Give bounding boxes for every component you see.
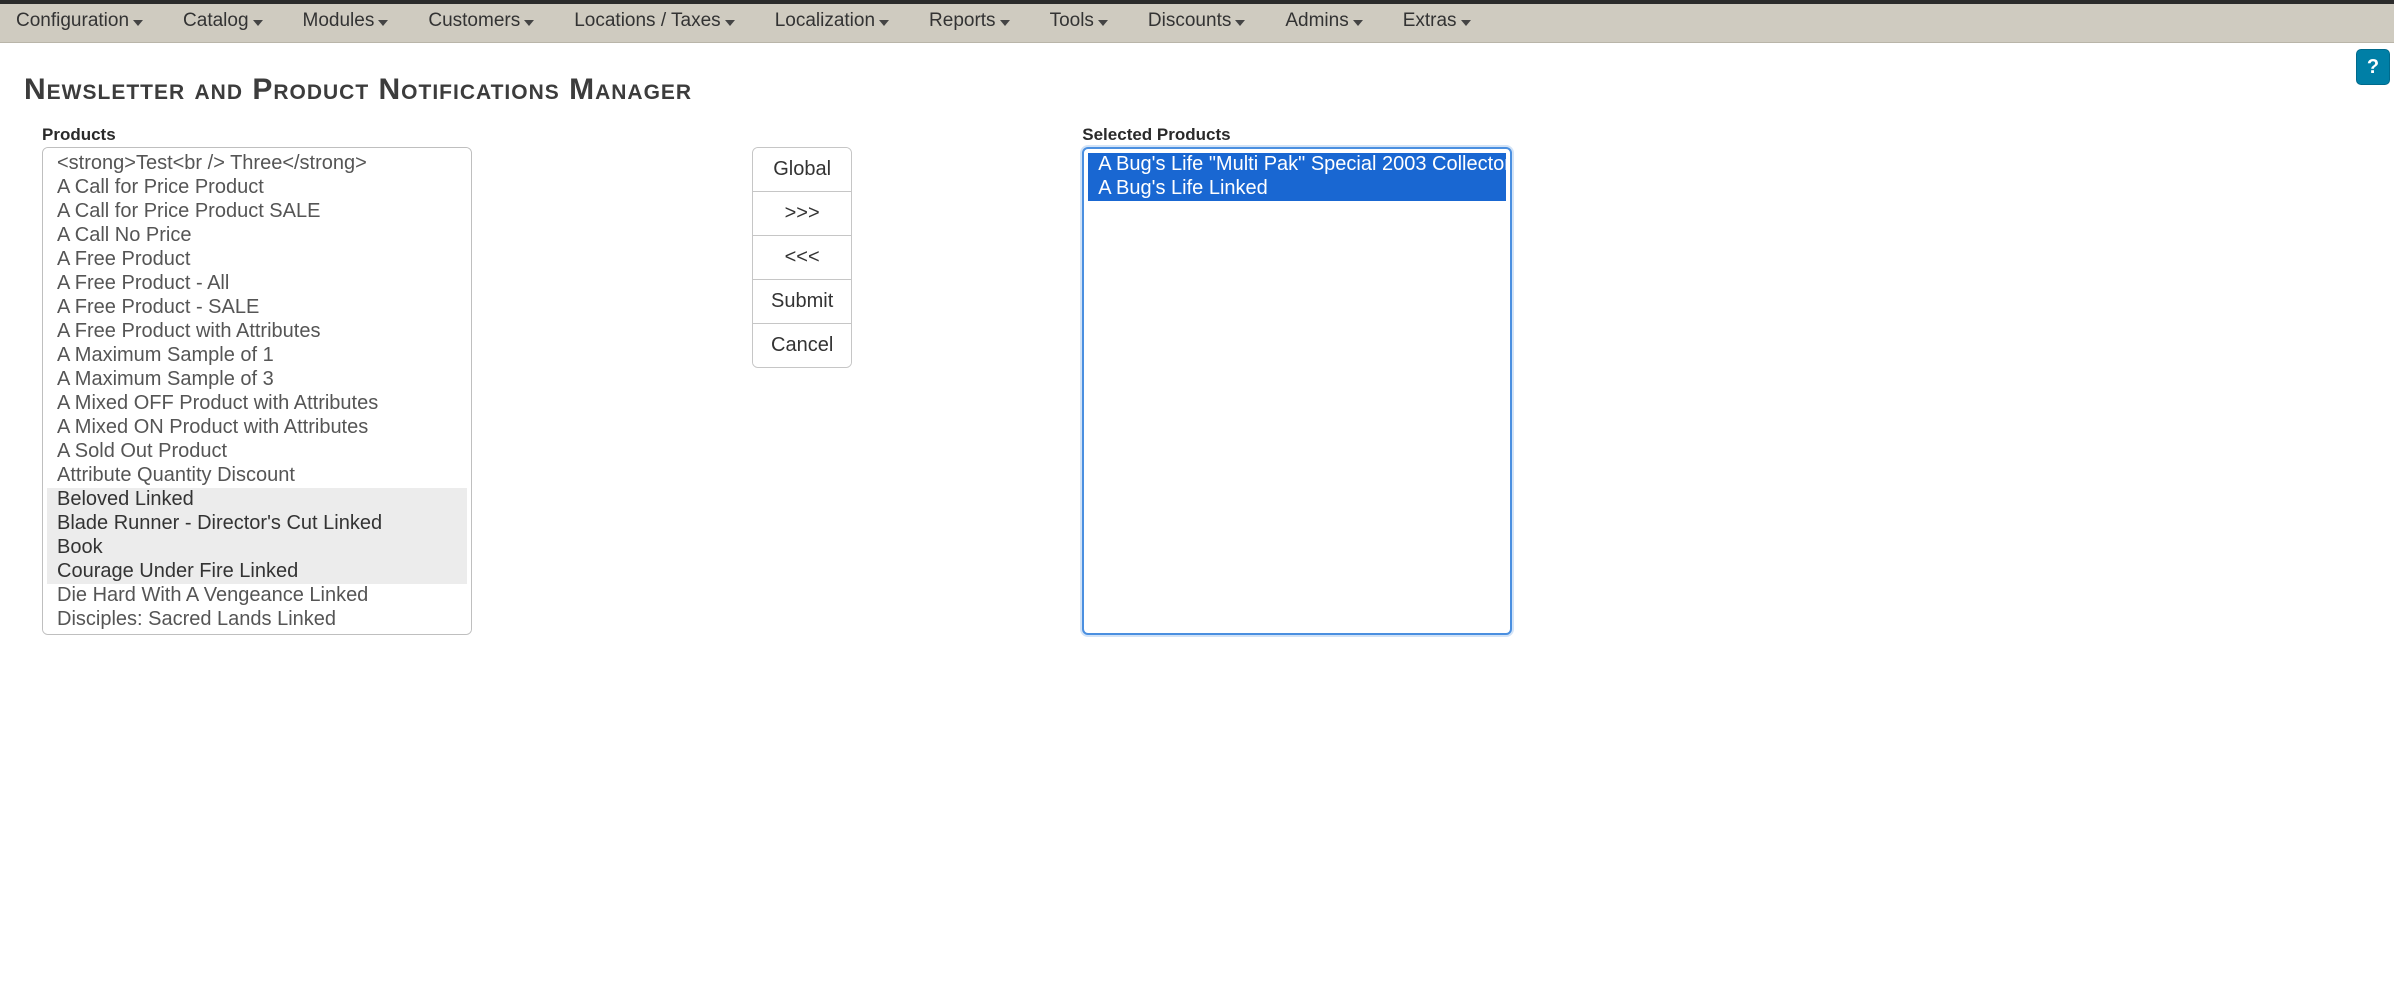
selected-products-heading: Selected Products [1082,125,1512,145]
menu-item-label: Admins [1285,10,1348,32]
product-option[interactable]: Courage Under Fire Linked [47,560,467,584]
menu-item-extras[interactable]: Extras [1403,10,1471,32]
cancel-button[interactable]: Cancel [753,324,851,367]
selected-products-listbox[interactable]: A Bug's Life "Multi Pak" Special 2003 Co… [1082,147,1512,635]
menu-item-label: Discounts [1148,10,1231,32]
product-option[interactable]: A Free Product with Attributes [47,320,467,344]
menu-item-label: Modules [303,10,375,32]
product-option[interactable]: Die Hard With A Vengeance Linked [47,584,467,608]
menu-item-reports[interactable]: Reports [929,10,1010,32]
menu-item-modules[interactable]: Modules [303,10,389,32]
menu-item-label: Locations / Taxes [574,10,720,32]
menu-item-configuration[interactable]: Configuration [16,10,143,32]
selected-product-option[interactable]: A Bug's Life "Multi Pak" Special 2003 Co… [1088,153,1506,177]
selected-product-option[interactable]: A Bug's Life Linked [1088,177,1506,201]
product-option[interactable]: A Free Product - SALE [47,296,467,320]
product-option[interactable]: A Maximum Sample of 1 [47,344,467,368]
menu-item-label: Catalog [183,10,249,32]
chevron-down-icon [1235,20,1245,26]
menu-item-tools[interactable]: Tools [1050,10,1108,32]
product-option[interactable]: <strong>Test<br /> Three</strong> [47,152,467,176]
product-option[interactable]: A Free Product [47,248,467,272]
menu-item-localization[interactable]: Localization [775,10,889,32]
product-option[interactable]: A Mixed ON Product with Attributes [47,416,467,440]
menu-item-label: Customers [428,10,520,32]
chevron-down-icon [253,20,263,26]
dual-list-layout: Products <strong>Test<br /> Three</stron… [24,125,2370,636]
product-option[interactable]: A Call No Price [47,224,467,248]
product-option[interactable]: Blade Runner - Director's Cut Linked [47,512,467,536]
menu-item-customers[interactable]: Customers [428,10,534,32]
menu-item-discounts[interactable]: Discounts [1148,10,1245,32]
page-title: Newsletter and Product Notifications Man… [24,73,2370,107]
product-option[interactable]: A Call for Price Product SALE [47,200,467,224]
chevron-down-icon [1098,20,1108,26]
product-option[interactable]: Attribute Quantity Discount [47,464,467,488]
chevron-down-icon [133,20,143,26]
product-option[interactable]: Beloved Linked [47,488,467,512]
chevron-down-icon [1461,20,1471,26]
selected-products-column: Selected Products A Bug's Life "Multi Pa… [1082,125,1512,636]
product-option[interactable]: A Sold Out Product [47,440,467,464]
product-option[interactable]: A Free Product - All [47,272,467,296]
main-menubar: Configuration Catalog Modules Customers Loca… [0,4,2394,43]
page-body: ? Newsletter and Product Notifications M… [0,43,2394,660]
menu-item-catalog[interactable]: Catalog [183,10,263,32]
product-option[interactable]: A Maximum Sample of 3 [47,368,467,392]
help-button[interactable]: ? [2356,49,2390,85]
chevron-down-icon [1000,20,1010,26]
product-option[interactable]: Disciples: Sacred Lands Linked [47,608,467,632]
chevron-down-icon [524,20,534,26]
global-button[interactable]: Global [753,148,851,192]
chevron-down-icon [725,20,735,26]
menu-item-admins[interactable]: Admins [1285,10,1362,32]
products-listbox[interactable]: <strong>Test<br /> Three</strong>A Call … [42,147,472,635]
product-option[interactable]: A Mixed OFF Product with Attributes [47,392,467,416]
chevron-down-icon [378,20,388,26]
menu-item-label: Tools [1050,10,1094,32]
menu-item-locations-taxes[interactable]: Locations / Taxes [574,10,734,32]
menu-item-label: Localization [775,10,875,32]
products-column: Products <strong>Test<br /> Three</stron… [42,125,472,636]
products-heading: Products [42,125,472,145]
menu-item-label: Extras [1403,10,1457,32]
chevron-down-icon [879,20,889,26]
product-option[interactable]: A Call for Price Product [47,176,467,200]
add-button[interactable]: >>> [753,192,851,236]
transfer-button-stack: Global >>> <<< Submit Cancel [752,147,852,368]
transfer-buttons-column: Global >>> <<< Submit Cancel [752,125,852,368]
menu-item-label: Reports [929,10,996,32]
chevron-down-icon [1353,20,1363,26]
menu-item-label: Configuration [16,10,129,32]
product-option[interactable]: Book [47,536,467,560]
remove-button[interactable]: <<< [753,236,851,280]
submit-button[interactable]: Submit [753,280,851,324]
